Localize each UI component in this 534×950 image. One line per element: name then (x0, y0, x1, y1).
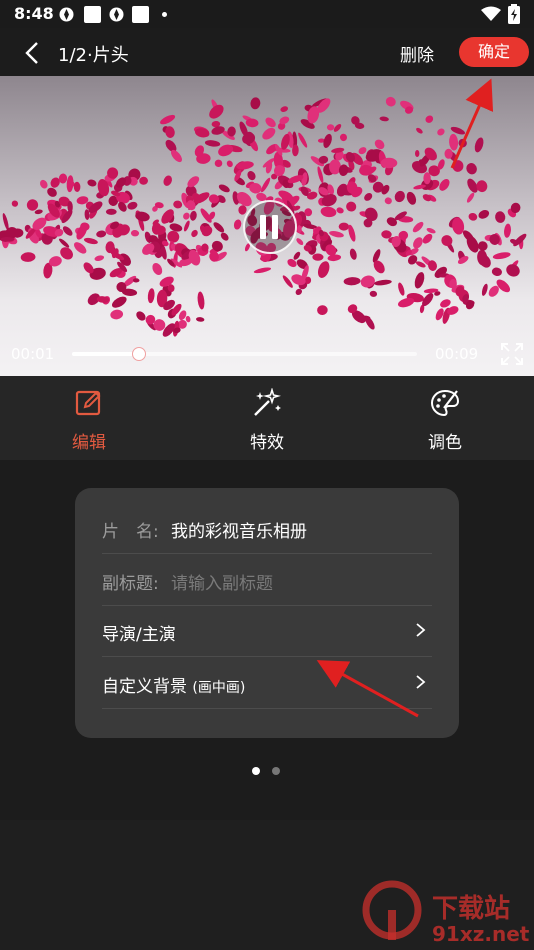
watermark-url: 91xz.net (432, 922, 530, 946)
arrow-to-confirm (450, 78, 494, 169)
watermark-logo (362, 880, 426, 944)
watermark-text: 下载站 (432, 894, 511, 924)
annotation-arrows (316, 78, 494, 718)
arrow-to-background (316, 660, 419, 718)
